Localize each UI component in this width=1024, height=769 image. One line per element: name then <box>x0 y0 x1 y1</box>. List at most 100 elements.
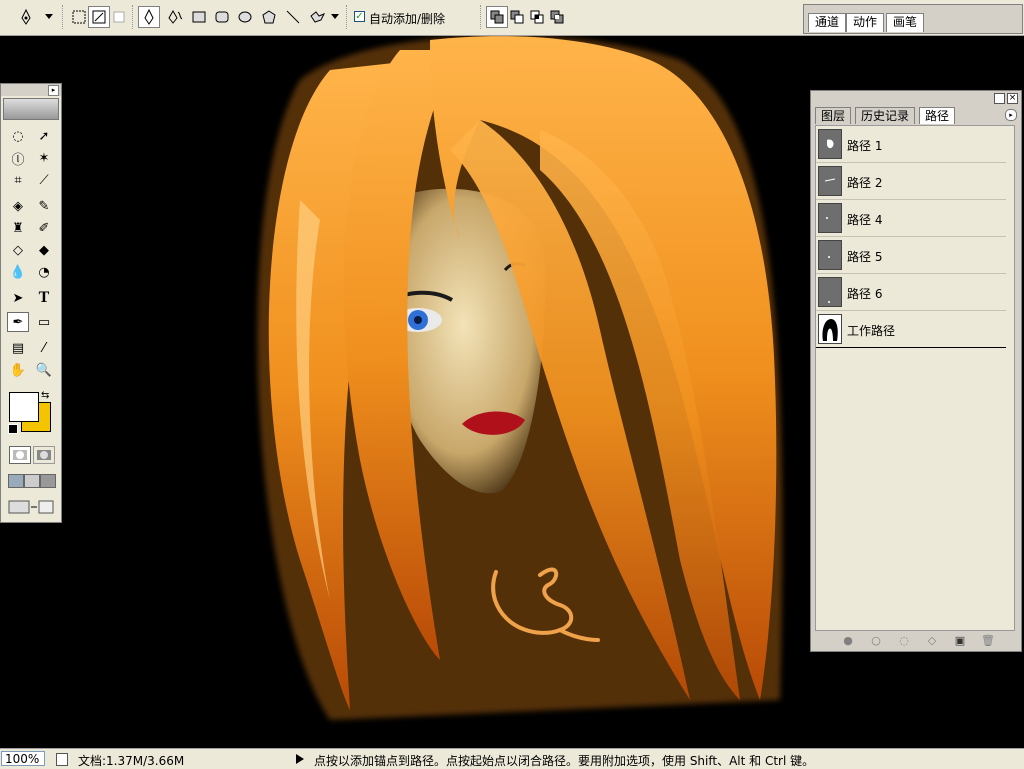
path-selection-icon[interactable]: ➤ <box>7 288 29 308</box>
exclude-path-icon[interactable] <box>546 6 568 28</box>
foreground-color-swatch[interactable] <box>9 392 39 422</box>
document-size: 文档:1.37M/3.66M <box>78 754 185 768</box>
path-row[interactable]: 路径 4 <box>816 200 1006 237</box>
status-bar: 100% 文档:1.37M/3.66M 点按以添加锚点到路径。点按起始点以闭合路… <box>0 748 1024 769</box>
jump-to-imageready-icon[interactable] <box>7 498 55 516</box>
paint-bucket-icon[interactable]: ◆ <box>33 240 55 260</box>
rectangle-icon[interactable] <box>188 6 210 28</box>
path-thumbnail <box>818 277 842 307</box>
eraser-icon[interactable]: ◇ <box>7 240 29 260</box>
paths-panel-titlebar[interactable]: × <box>811 91 1021 105</box>
default-colors-icon[interactable] <box>8 424 18 434</box>
auto-add-delete-checkbox[interactable]: ✓ <box>354 11 365 22</box>
path-row[interactable]: 路径 5 <box>816 237 1006 274</box>
new-path-icon[interactable]: ▣ <box>953 635 967 647</box>
dropdown-arrow-icon[interactable] <box>44 6 54 28</box>
eyedropper-icon[interactable]: ⁄ <box>33 338 55 358</box>
path-name: 工作路径 <box>847 324 896 338</box>
full-screen-menu-icon[interactable] <box>24 474 40 488</box>
standard-mode-icon[interactable] <box>9 446 31 464</box>
panel-menu-icon[interactable]: ▸ <box>1005 109 1017 121</box>
minimize-icon[interactable] <box>994 93 1005 104</box>
tab-actions[interactable]: 动作 <box>846 13 885 32</box>
photoshop-logo-icon[interactable] <box>3 98 59 120</box>
paths-panel: × 图层 历史记录 路径 ▸ 路径 1 路径 2 路径 4 路径 5 路径 6 <box>810 90 1022 652</box>
path-row[interactable]: 路径 6 <box>816 274 1006 311</box>
pen-tool-icon[interactable]: ✒ <box>7 312 29 332</box>
status-menu-arrow-icon[interactable] <box>296 753 304 767</box>
zoom-icon[interactable]: 🔍 <box>33 360 55 380</box>
shape-layers-icon[interactable] <box>68 6 90 28</box>
tab-brushes[interactable]: 画笔 <box>886 13 925 32</box>
paths-panel-footer: ● ○ ◌ ◇ ▣ 🗑 <box>815 633 1015 649</box>
subtract-path-icon[interactable] <box>506 6 528 28</box>
tab-history[interactable]: 历史记录 <box>855 107 916 124</box>
work-path-row[interactable]: 工作路径 <box>816 311 1006 348</box>
hand-icon[interactable]: ✋ <box>7 360 29 380</box>
paths-icon[interactable] <box>88 6 110 28</box>
stroke-path-icon[interactable]: ○ <box>869 635 883 647</box>
status-hint: 点按以添加锚点到路径。点按起始点以闭合路径。要用附加选项，使用 Shift、Al… <box>314 754 815 768</box>
rounded-rectangle-icon[interactable] <box>211 6 233 28</box>
standard-screen-icon[interactable] <box>8 474 24 488</box>
fill-path-icon[interactable]: ● <box>841 635 855 647</box>
tab-paths[interactable]: 路径 <box>919 107 956 124</box>
fill-pixels-icon[interactable] <box>108 6 130 28</box>
intersect-path-icon[interactable] <box>526 6 548 28</box>
make-work-path-icon[interactable]: ◇ <box>925 635 939 647</box>
path-name: 路径 6 <box>847 287 883 301</box>
toolbox-menu-icon[interactable]: ▸ <box>48 85 59 96</box>
line-icon[interactable] <box>282 6 304 28</box>
ellipse-icon[interactable] <box>234 6 256 28</box>
path-thumbnail <box>818 240 842 270</box>
add-to-path-icon[interactable] <box>486 6 508 28</box>
options-bar: ✓ 自动添加/删除 通道 动作 画笔 <box>0 0 1024 36</box>
crop-icon[interactable]: ⌗ <box>7 170 29 190</box>
path-thumbnail <box>818 129 842 159</box>
dodge-icon[interactable]: ◔ <box>33 262 55 282</box>
path-name: 路径 5 <box>847 250 883 264</box>
path-thumbnail <box>818 166 842 196</box>
path-name: 路径 4 <box>847 213 883 227</box>
toolbox: ▸ ◌ ➚ ⓛ ✶ ⌗ ⟋ ◈ ✎ ♜ ✐ ◇ ◆ 💧 ◔ ➤ T ✒ ▭ ▤ … <box>0 83 62 523</box>
blur-icon[interactable]: 💧 <box>7 262 29 282</box>
path-thumbnail <box>818 314 842 344</box>
history-brush-icon[interactable]: ✐ <box>33 218 55 238</box>
path-thumbnail <box>818 203 842 233</box>
rectangle-shape-icon[interactable]: ▭ <box>33 312 55 332</box>
zoom-field[interactable]: 100% <box>1 751 45 766</box>
document-info-icon[interactable] <box>56 753 68 766</box>
custom-shape-icon[interactable] <box>306 6 328 28</box>
pen-icon[interactable] <box>138 6 160 28</box>
toolbox-titlebar[interactable]: ▸ <box>1 84 61 96</box>
path-name: 路径 2 <box>847 176 883 190</box>
close-icon[interactable]: × <box>1007 93 1018 104</box>
marquee-icon[interactable]: ◌ <box>7 126 29 146</box>
freeform-pen-icon[interactable] <box>164 6 186 28</box>
path-name: 路径 1 <box>847 139 883 153</box>
full-screen-icon[interactable] <box>40 474 56 488</box>
path-list: 路径 1 路径 2 路径 4 路径 5 路径 6 工作路径 <box>815 125 1015 631</box>
tab-channels[interactable]: 通道 <box>808 13 847 32</box>
polygon-icon[interactable] <box>258 6 280 28</box>
type-icon[interactable]: T <box>33 288 55 308</box>
move-icon[interactable]: ➚ <box>33 126 55 146</box>
notes-icon[interactable]: ▤ <box>7 338 29 358</box>
pen-tool-icon[interactable] <box>18 6 34 28</box>
brush-icon[interactable]: ✎ <box>33 196 55 216</box>
path-row[interactable]: 路径 2 <box>816 163 1006 200</box>
path-row[interactable]: 路径 1 <box>816 126 1006 163</box>
delete-path-icon[interactable]: 🗑 <box>981 635 995 647</box>
palette-well: 通道 动作 画笔 <box>803 4 1023 34</box>
tab-layers[interactable]: 图层 <box>815 107 852 124</box>
healing-brush-icon[interactable]: ◈ <box>7 196 29 216</box>
clone-stamp-icon[interactable]: ♜ <box>7 218 29 238</box>
quick-mask-icon[interactable] <box>33 446 55 464</box>
shape-dropdown-icon[interactable] <box>330 6 340 28</box>
slice-icon[interactable]: ⟋ <box>33 170 55 190</box>
magic-wand-icon[interactable]: ✶ <box>33 148 55 168</box>
load-selection-icon[interactable]: ◌ <box>897 635 911 647</box>
swap-colors-icon[interactable]: ⇆ <box>41 390 49 401</box>
auto-add-delete-label: 自动添加/删除 <box>369 12 446 26</box>
lasso-icon[interactable]: ⓛ <box>7 148 29 168</box>
